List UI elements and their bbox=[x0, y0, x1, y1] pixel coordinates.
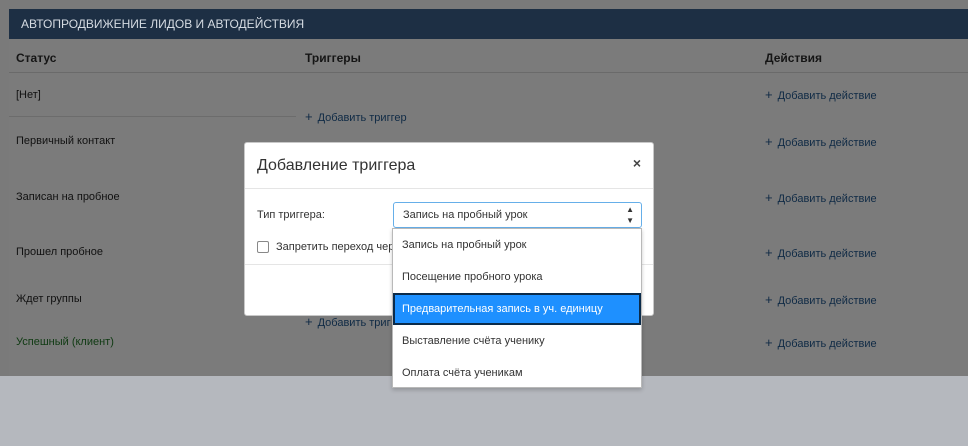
status-none: [Нет] bbox=[16, 89, 41, 101]
column-header-triggers: Триггеры bbox=[305, 51, 361, 65]
add-action-link[interactable]: + Добавить действие bbox=[765, 190, 877, 205]
add-action-label: Добавить действие bbox=[777, 248, 877, 260]
modal-divider bbox=[245, 188, 653, 189]
close-icon[interactable]: × bbox=[633, 155, 641, 171]
option-trial-booking[interactable]: Запись на пробный урок bbox=[393, 229, 641, 261]
prohibit-transition-option[interactable]: Запретить переход чер bbox=[257, 241, 394, 253]
select-value: Запись на пробный урок bbox=[403, 209, 528, 221]
status-waiting-group: Ждет группы bbox=[16, 293, 82, 305]
add-trigger-link[interactable]: + Добавить триггер bbox=[305, 109, 407, 124]
column-header-actions: Действия bbox=[765, 51, 823, 65]
add-action-label: Добавить действие bbox=[777, 90, 877, 102]
trigger-type-select[interactable]: Запись на пробный урок ▲ ▼ bbox=[393, 202, 642, 228]
trigger-type-dropdown: Запись на пробный урок Посещение пробног… bbox=[392, 228, 642, 388]
option-invoice-paid[interactable]: Оплата счёта ученикам bbox=[393, 357, 641, 389]
add-trigger-label: Добавить триг bbox=[317, 317, 391, 329]
status-trial-passed: Прошел пробное bbox=[16, 246, 103, 258]
add-trigger-link[interactable]: + Добавить триг bbox=[305, 314, 391, 329]
plus-icon: + bbox=[765, 245, 773, 260]
plus-icon: + bbox=[765, 190, 773, 205]
section-title: АВТОПРОДВИЖЕНИЕ ЛИДОВ И АВТОДЕЙСТВИЯ bbox=[9, 9, 968, 39]
option-preliminary-booking[interactable]: Предварительная запись в уч. единицу bbox=[393, 293, 641, 325]
plus-icon: + bbox=[765, 335, 773, 350]
prohibit-transition-checkbox[interactable] bbox=[257, 241, 269, 253]
add-action-label: Добавить действие bbox=[777, 137, 877, 149]
plus-icon: + bbox=[765, 292, 773, 307]
add-action-label: Добавить действие bbox=[777, 295, 877, 307]
add-trigger-label: Добавить триггер bbox=[317, 112, 407, 124]
checkbox-label: Запретить переход чер bbox=[276, 241, 395, 253]
add-action-link[interactable]: + Добавить действие bbox=[765, 335, 877, 350]
add-action-label: Добавить действие bbox=[777, 193, 877, 205]
plus-icon: + bbox=[765, 134, 773, 149]
status-trial-booked: Записан на пробное bbox=[16, 191, 120, 203]
header-divider bbox=[9, 72, 968, 73]
trigger-type-label: Тип триггера: bbox=[257, 209, 325, 221]
add-action-label: Добавить действие bbox=[777, 338, 877, 350]
add-action-link[interactable]: + Добавить действие bbox=[765, 134, 877, 149]
option-invoice-issued[interactable]: Выставление счёта ученику bbox=[393, 325, 641, 357]
column-header-status: Статус bbox=[16, 51, 57, 65]
status-success-client: Успешный (клиент) bbox=[16, 336, 114, 348]
row-divider bbox=[9, 116, 296, 117]
option-trial-attendance[interactable]: Посещение пробного урока bbox=[393, 261, 641, 293]
modal-title: Добавление триггера bbox=[257, 157, 416, 174]
add-action-link[interactable]: + Добавить действие bbox=[765, 245, 877, 260]
status-primary-contact: Первичный контакт bbox=[16, 135, 116, 147]
add-action-link[interactable]: + Добавить действие bbox=[765, 87, 877, 102]
plus-icon: + bbox=[765, 87, 773, 102]
plus-icon: + bbox=[305, 109, 313, 124]
add-action-link[interactable]: + Добавить действие bbox=[765, 292, 877, 307]
plus-icon: + bbox=[305, 314, 313, 329]
select-arrows-icon: ▲ ▼ bbox=[626, 205, 634, 225]
